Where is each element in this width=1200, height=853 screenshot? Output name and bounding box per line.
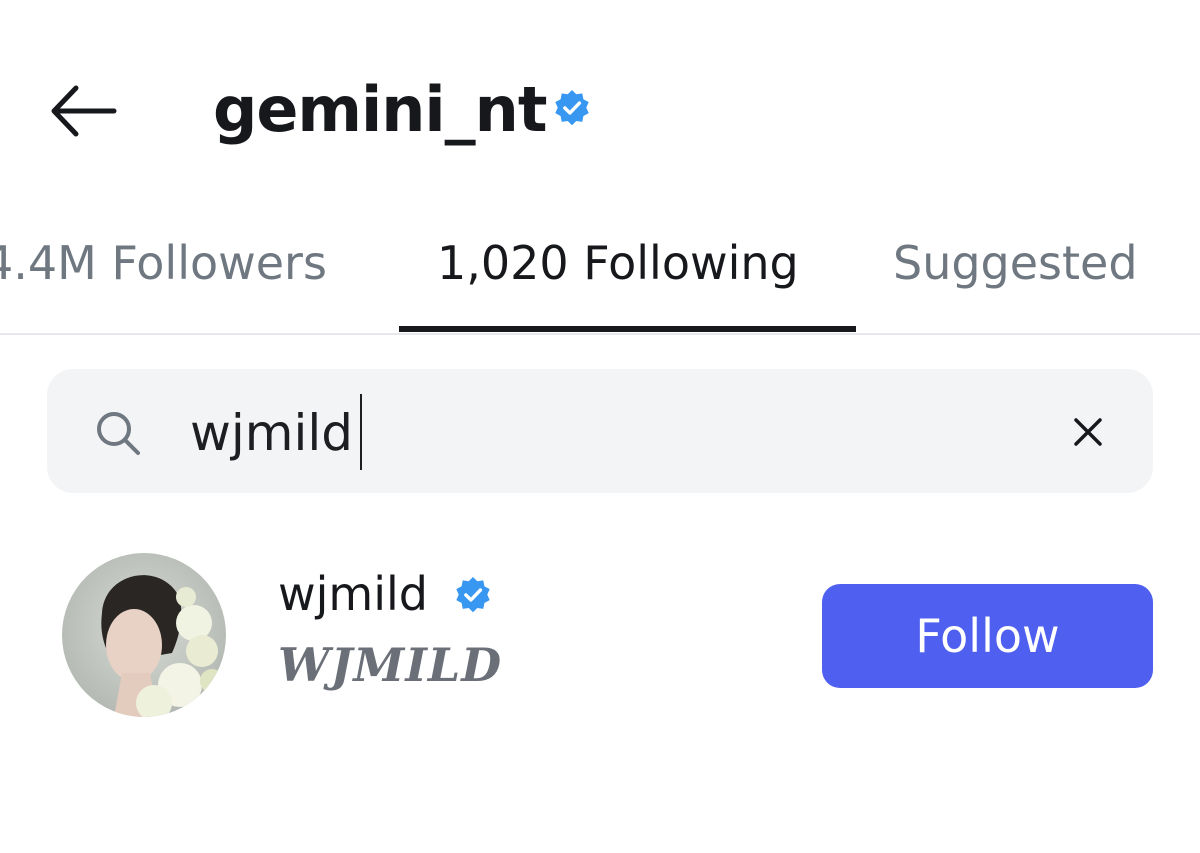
tab-following[interactable]: 1,020 Following [437,232,799,294]
text-cursor [360,394,362,470]
tab-divider [0,333,1200,335]
verified-badge-icon [456,576,490,613]
arrow-left-icon[interactable] [48,84,118,138]
search-icon [97,412,140,455]
result-username[interactable]: wjmild [278,565,428,623]
avatar[interactable] [62,553,226,717]
page-title: gemini_nt [213,73,547,146]
tab-suggested[interactable]: Suggested [893,232,1138,294]
follow-button[interactable]: Follow [822,584,1153,688]
close-icon[interactable] [1068,412,1108,452]
verified-badge-icon [555,89,589,126]
tab-followers[interactable]: 4.4M Followers [0,232,327,294]
result-display-name: WJMILD [278,638,503,692]
following-list-screen: gemini_nt 4.4M Followers 1,020 Following… [0,0,1200,853]
active-tab-indicator [399,326,856,332]
search-input[interactable] [190,400,1010,466]
profile-photo [62,553,226,717]
